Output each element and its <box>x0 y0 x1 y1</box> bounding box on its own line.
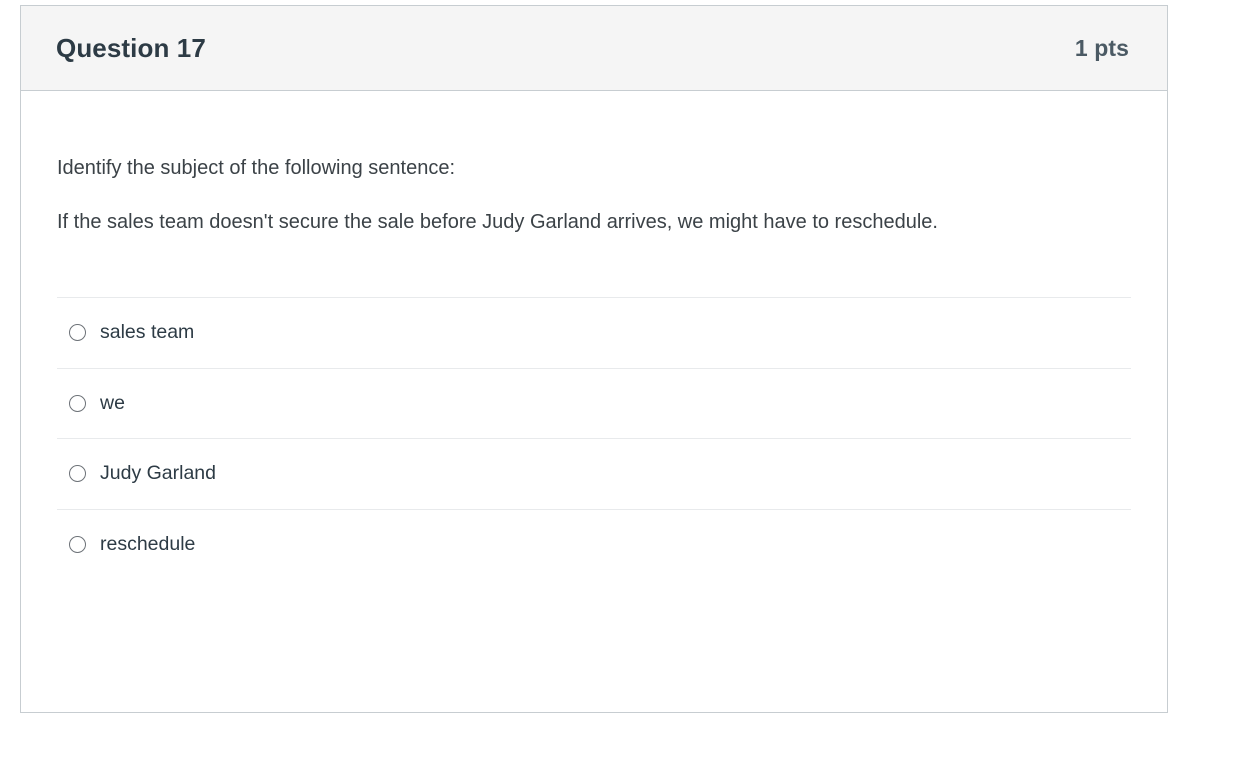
question-prompt-line-1: Identify the subject of the following se… <box>57 157 456 179</box>
answer-option-row[interactable]: Judy Garland <box>57 439 1131 510</box>
page-title: Question 17 <box>56 32 206 63</box>
question-card: Question 17 1 pts Identify the subject o… <box>20 5 1168 713</box>
question-header: Question 17 1 pts <box>21 6 1167 91</box>
answer-option-row[interactable]: reschedule <box>57 510 1131 581</box>
radio-unchecked-icon[interactable] <box>69 536 86 554</box>
radio-unchecked-icon[interactable] <box>69 324 86 342</box>
answer-option-label: sales team <box>100 321 195 343</box>
answer-option-label: we <box>100 391 125 414</box>
question-prompt-line-2: If the sales team doesn't secure the sal… <box>57 211 938 233</box>
radio-unchecked-icon[interactable] <box>69 465 86 483</box>
question-body: Identify the subject of the following se… <box>21 91 1167 580</box>
answer-option-row[interactable]: we <box>57 369 1131 439</box>
radio-unchecked-icon[interactable] <box>69 394 86 412</box>
answer-options-list: sales team we Judy Garland reschedule <box>57 297 1131 580</box>
question-points-label: 1 pts <box>1074 34 1129 61</box>
answer-option-label: reschedule <box>100 533 196 555</box>
answer-option-row[interactable]: sales team <box>57 298 1131 369</box>
answer-option-label: Judy Garland <box>100 462 216 484</box>
